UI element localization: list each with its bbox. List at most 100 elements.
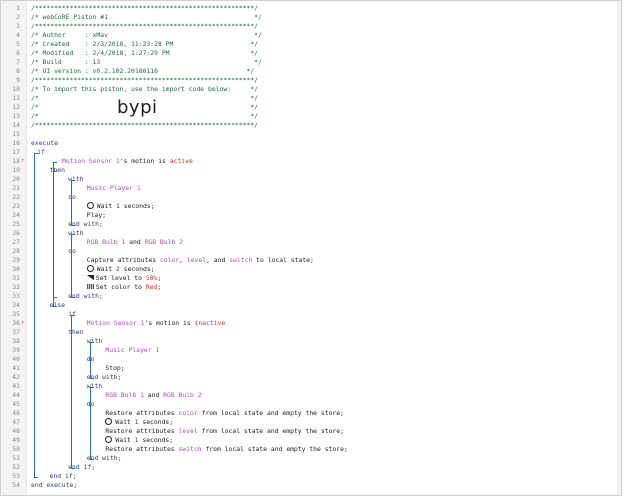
code-line: 18 ↑ Motion Sensor 1's motion is active (1, 157, 601, 166)
code-token: RGB Bulb 1 (105, 391, 144, 399)
code-token: 's motion is (119, 157, 170, 165)
line-number: 31 (12, 274, 20, 282)
line-number: 10 (12, 85, 20, 93)
code-line: 28 do (1, 247, 601, 256)
code-token: /* Build : 13 */ (31, 58, 262, 66)
code-token: inactive (194, 319, 226, 327)
line-number: 24 (12, 211, 20, 219)
block-guide-line (90, 342, 91, 378)
code-token: /* Modified : 2/4/2018, 1:27:29 PM */ (31, 49, 259, 57)
line-number: 47 (12, 418, 20, 426)
code-token: from local state and empty the store; (201, 445, 348, 453)
code-token: seconds; (119, 202, 155, 210)
lightning-icon: ↑ (21, 157, 25, 164)
line-number: 19 (12, 166, 20, 174)
line-number: 15 (12, 130, 20, 138)
import-code: bypi (117, 97, 158, 118)
code-line: 5 /* Created : 2/3/2018, 11:23:28 PM */ (1, 40, 601, 49)
code-line: 35 if (1, 310, 601, 319)
line-number: 48 (12, 427, 20, 435)
block-guide-line (34, 153, 36, 477)
code-line: 3 /**************************************… (1, 22, 601, 31)
code-line: 31 Set level to 50%; (1, 274, 601, 283)
code-line: 52 end if; (1, 463, 601, 472)
block-guide-cap (71, 468, 76, 469)
code-token: end with; (86, 454, 122, 462)
code-token: Motion Sensor 1 (86, 319, 145, 327)
code-token: Restore attributes (105, 427, 179, 435)
code-line: 41 Stop; (1, 364, 601, 373)
line-number: 40 (12, 355, 20, 363)
line-number: 26 (12, 229, 20, 237)
line-number: 52 (12, 463, 20, 471)
line-number: 3 (16, 22, 20, 30)
code-line: 49 Wait 1 seconds; (1, 435, 601, 445)
code-token: /* Created : 2/3/2018, 11:23:28 PM */ (31, 40, 259, 48)
code-line: 20 with (1, 175, 601, 184)
block-guide-cap (34, 153, 39, 154)
line-number: 39 (12, 346, 20, 354)
code-token: /* Author : xMav */ (31, 31, 262, 39)
clock-icon (86, 201, 94, 209)
code-line: 54 end execute; (1, 481, 601, 490)
code-line: 1 /**************************************… (1, 4, 601, 13)
clock-icon (86, 264, 94, 272)
code-line: 30 Wait 2 seconds; (1, 264, 601, 274)
code-line: 2 /* webCoRE Piston #1 */ (1, 13, 601, 22)
code-line: 13/* */ (1, 112, 601, 121)
line-number: 53 (12, 472, 20, 480)
block-guide-cap (71, 297, 76, 298)
code-token: seconds; (138, 418, 174, 426)
code-token: 's motion is (144, 319, 195, 327)
code-line: 21 Music Player 1 (1, 184, 601, 193)
code-line: 53 end if; (1, 472, 601, 481)
code-token: Play; (86, 211, 107, 219)
code-token: /* webCoRE Piston #1 */ (31, 13, 262, 21)
line-number: 41 (12, 364, 20, 372)
block-guide-line (71, 234, 73, 297)
code-token: ; (157, 274, 162, 282)
code-line: 34 else (1, 301, 601, 310)
code-token: Stop; (105, 364, 125, 372)
code-token: color (178, 409, 198, 417)
line-number: 28 (12, 247, 20, 255)
code-token: Restore attributes (105, 409, 179, 417)
code-line: 24 Play; (1, 211, 601, 220)
block-guide-cap (52, 162, 57, 163)
code-line: 22 do (1, 193, 601, 202)
code-line: 7 /* Build : 13 */ (1, 58, 601, 67)
block-guide-line (90, 387, 91, 459)
code-line: 23 Wait 1 seconds; (1, 201, 601, 211)
line-number: 9 (16, 76, 20, 84)
block-guide-cap (71, 180, 76, 181)
code-line: 9 /**************************************… (1, 76, 601, 85)
code-line: 14 /*************************************… (1, 121, 601, 130)
line-number: 11 (12, 94, 20, 102)
line-number: 35 (12, 310, 20, 318)
code-line: 45 do (1, 400, 601, 409)
code-token: end execute; (31, 481, 78, 489)
code-token: RGB Bulb 1 (86, 238, 126, 246)
code-token: switch (229, 256, 253, 264)
code-line: 26 with (1, 229, 601, 238)
code-line: 16 execute (1, 139, 601, 148)
code-token: and (143, 391, 164, 399)
line-number: 30 (12, 265, 20, 273)
code-line: 4 /* Author : xMav */ (1, 31, 601, 40)
code-token: end with; (86, 373, 122, 381)
vertical-scrollbar[interactable] (617, 1, 621, 495)
block-guide-cap (71, 225, 76, 226)
code-token: end with; (68, 292, 103, 300)
code-token: Restore attributes (105, 445, 179, 453)
code-line: 50 Restore attributes switch from local s… (1, 445, 601, 454)
code-token: end with; (68, 220, 103, 228)
code-line: 11/* */ (1, 94, 601, 103)
line-number: 54 (12, 481, 20, 489)
code-token: level (178, 427, 198, 435)
code-token: end if; (49, 472, 77, 480)
line-number: 4 (16, 31, 20, 39)
line-number: 42 (12, 373, 20, 381)
line-number: 49 (12, 436, 20, 444)
code-token: Set color to (95, 283, 146, 291)
block-guide-cap (90, 378, 94, 379)
